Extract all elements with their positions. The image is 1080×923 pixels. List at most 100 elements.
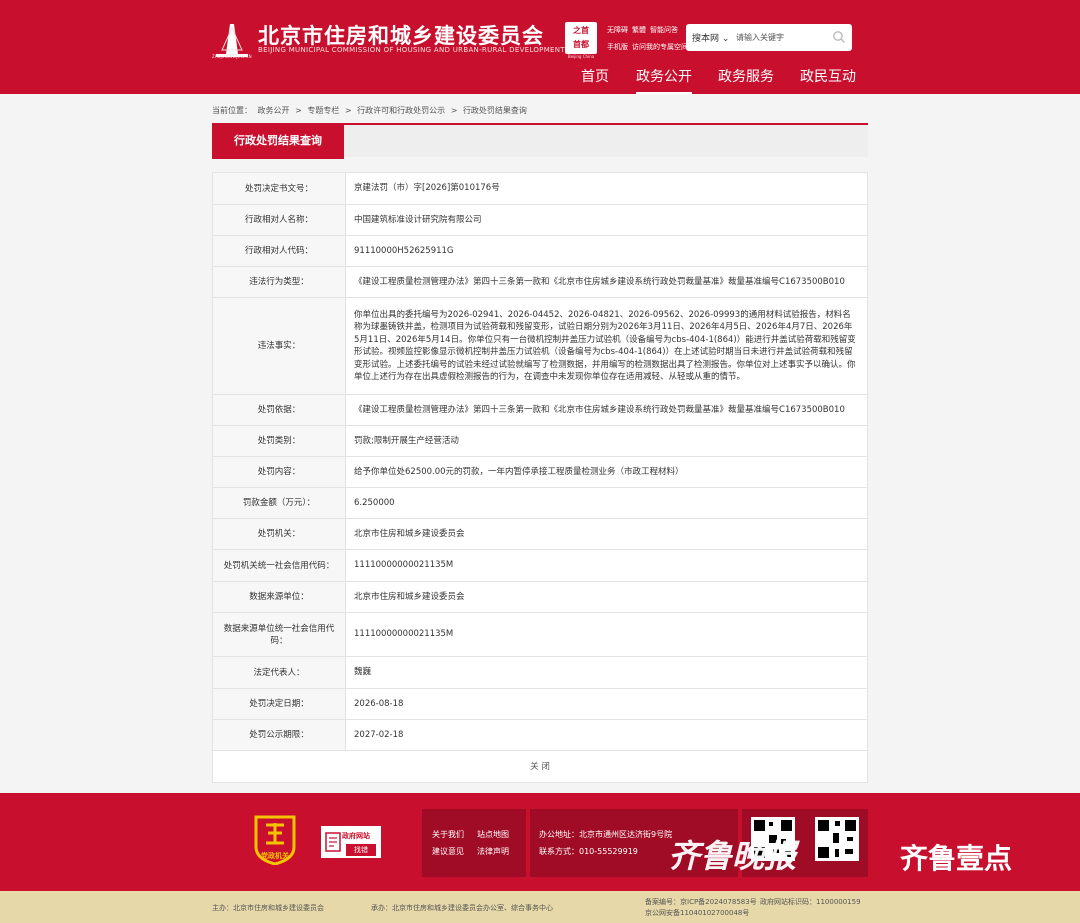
row-label: 处罚机关统一社会信用代码：	[212, 549, 346, 582]
error-badge-top: 政府网站	[342, 832, 370, 840]
breadcrumb-separator: >	[295, 106, 302, 115]
row-value: 11110000000021135M	[345, 549, 868, 582]
accessibility-link[interactable]: 无障碍	[607, 26, 628, 34]
row-value: 魏巍	[345, 656, 868, 689]
suggestions-link[interactable]: 建议意见	[432, 846, 464, 857]
nav-public-interaction[interactable]: 政民互动	[800, 66, 856, 94]
nav-gov-services[interactable]: 政务服务	[718, 66, 774, 94]
search-scope-label: 搜本网	[692, 34, 720, 44]
bottom-bar: 主办：北京市住房和城乡建设委员会 承办：北京市住房和城乡建设委员会办公室、综合事…	[0, 891, 1080, 923]
party-badge-caption: 党政机关	[261, 852, 289, 860]
mobile-link[interactable]: 手机版	[607, 43, 628, 51]
table-row: 处罚依据： 《建设工程质量检测管理办法》第四十三条第一款和《北京市住房城乡建设系统…	[212, 394, 868, 426]
row-label: 行政相对人名称：	[212, 204, 346, 236]
table-row: 处罚公示期限： 2027-02-18	[212, 719, 868, 751]
row-value: 11110000000021135M	[345, 612, 868, 657]
table-row: 行政相对人名称： 中国建筑标准设计研究院有限公司	[212, 204, 868, 236]
row-value: 罚款;限制开展生产经营活动	[345, 425, 868, 457]
capital-badge-line2: 首都	[573, 40, 589, 49]
table-row: 处罚机关统一社会信用代码： 11110000000021135M	[212, 549, 868, 582]
breadcrumb: 当前位置： 政务公开 > 专题专栏 > 行政许可和行政处罚公示 > 行政处罚结果…	[212, 105, 530, 116]
row-label: 数据来源单位：	[212, 581, 346, 613]
row-value: 《建设工程质量检测管理办法》第四十三条第一款和《北京市住房城乡建设系统行政处罚裁…	[345, 266, 868, 298]
about-us-link[interactable]: 关于我们	[432, 829, 464, 840]
search-box: 搜本网 ⌄	[686, 24, 852, 51]
row-value: 京建法罚（市）字[2026]第010176号	[345, 172, 868, 205]
footer-links: 关于我们 站点地图 建议意见 法律声明	[422, 809, 526, 877]
row-value: 6.250000	[345, 487, 868, 519]
close-row: 关 闭	[212, 751, 868, 783]
quick-links: 无障碍 繁體 智能问答 手机版 访问我的专属空间	[607, 22, 697, 56]
contact-phone: 联系方式：010-55529919	[539, 847, 638, 856]
row-label: 处罚依据：	[212, 394, 346, 426]
row-value: 北京市住房和城乡建设委员会	[345, 518, 868, 550]
row-value: 2026-08-18	[345, 688, 868, 720]
sitemap-link[interactable]: 站点地图	[477, 829, 509, 840]
breadcrumb-item-penalty-results[interactable]: 行政处罚结果查询	[463, 106, 527, 115]
error-badge-bottom: 找错	[346, 844, 376, 856]
breadcrumb-item-gov-affairs[interactable]: 政务公开	[258, 106, 290, 115]
row-label: 处罚类别：	[212, 425, 346, 457]
table-row: 数据来源单位统一社会信用代码： 11110000000021135M	[212, 612, 868, 657]
row-value: 你单位出具的委托编号为2026-02941、2026-04452、2026-04…	[345, 297, 868, 395]
table-row: 行政相对人代码： 91110000H52625911G	[212, 235, 868, 267]
smart-qa-link[interactable]: 智能问答	[650, 26, 678, 34]
icp-link[interactable]: 备案编号：京ICP备2024078583号	[645, 897, 757, 907]
personal-space-link[interactable]: 访问我的专属空间	[632, 43, 688, 51]
watermark-text: 齐鲁晚报	[668, 837, 797, 875]
capital-caption: Beijing China	[567, 54, 595, 59]
gov-site-error-report-badge[interactable]: 政府网站 找错	[321, 826, 381, 858]
legal-notice-link[interactable]: 法律声明	[477, 846, 509, 857]
main-nav: 首页 政务公开 政务服务 政民互动	[568, 66, 868, 94]
office-address: 办公地址：北京市通州区达济街9号院	[539, 830, 673, 839]
capital-badge-line1: 之首	[573, 26, 589, 35]
nav-gov-affairs-open[interactable]: 政务公开	[636, 66, 692, 94]
table-row: 罚款金额（万元）： 6.250000	[212, 487, 868, 519]
table-row: 处罚决定日期： 2026-08-18	[212, 688, 868, 720]
breadcrumb-prefix: 当前位置：	[212, 106, 252, 115]
site-header: ZHUJIANWEIJIAN.CN 北京市住房和城乡建设委员会 BEIJING …	[0, 0, 1080, 94]
search-icon[interactable]	[832, 30, 846, 44]
table-row: 违法行为类型： 《建设工程质量检测管理办法》第四十三条第一款和《北京市住房城乡建设…	[212, 266, 868, 298]
traditional-chinese-link[interactable]: 繁體	[632, 26, 646, 34]
logo-caption: ZHUJIANWEIJIAN.CN	[212, 54, 252, 59]
table-row: 处罚决定书文号： 京建法罚（市）字[2026]第010176号	[212, 172, 868, 205]
row-value: 2027-02-18	[345, 719, 868, 751]
site-subtitle: BEIJING MUNICIPAL COMMISSION OF HOUSING …	[258, 46, 565, 54]
search-input[interactable]	[736, 29, 828, 46]
row-label: 处罚决定书文号：	[212, 172, 346, 205]
row-value: 给予你单位处62500.00元的罚款，一年内暂停承接工程质量检测业务（市政工程材…	[345, 456, 868, 488]
row-value: 北京市住房和城乡建设委员会	[345, 581, 868, 613]
breadcrumb-item-special-topics[interactable]: 专题专栏	[307, 106, 339, 115]
sponsor-text: 主办：北京市住房和城乡建设委员会	[212, 904, 324, 912]
search-scope-select[interactable]: 搜本网 ⌄	[692, 31, 729, 44]
row-label: 违法事实：	[212, 297, 346, 395]
breadcrumb-separator: >	[344, 106, 352, 115]
row-label: 处罚机关：	[212, 518, 346, 550]
site-code-text: 政府网站标识码：1100000159	[760, 898, 861, 906]
watermark-brand: 齐鲁壹点	[900, 842, 1013, 875]
qr-code-icon[interactable]	[815, 817, 859, 861]
table-row: 数据来源单位： 北京市住房和城乡建设委员会	[212, 581, 868, 613]
organizer-text: 承办：北京市住房和城乡建设委员会办公室、综合事务中心	[371, 904, 553, 912]
table-row: 处罚机关： 北京市住房和城乡建设委员会	[212, 518, 868, 550]
row-label: 处罚公示期限：	[212, 719, 346, 751]
error-report-icon	[325, 832, 341, 852]
police-record-link[interactable]: 京公网安备11040102700048号	[645, 908, 749, 918]
chevron-down-icon: ⌄	[721, 34, 730, 44]
close-button[interactable]: 关 闭	[530, 762, 550, 772]
capital-badge[interactable]: 之首 首都	[565, 22, 597, 54]
section-header-bar: 行政处罚结果查询	[212, 123, 868, 159]
table-row: 处罚类别： 罚款;限制开展生产经营活动	[212, 425, 868, 457]
table-row: 处罚内容： 给予你单位处62500.00元的罚款，一年内暂停承接工程质量检测业务（…	[212, 456, 868, 488]
row-value: 91110000H52625911G	[345, 235, 868, 267]
row-label: 数据来源单位统一社会信用代码：	[212, 612, 346, 657]
breadcrumb-separator: >	[450, 106, 458, 115]
breadcrumb-item-permits-penalties[interactable]: 行政许可和行政处罚公示	[357, 106, 445, 115]
row-label: 行政相对人代码：	[212, 235, 346, 267]
table-row: 违法事实： 你单位出具的委托编号为2026-02941、2026-04452、20…	[212, 297, 868, 395]
row-label: 法定代表人：	[212, 656, 346, 689]
nav-home[interactable]: 首页	[581, 66, 609, 94]
row-label: 违法行为类型：	[212, 266, 346, 298]
row-value: 《建设工程质量检测管理办法》第四十三条第一款和《北京市住房城乡建设系统行政处罚裁…	[345, 394, 868, 426]
